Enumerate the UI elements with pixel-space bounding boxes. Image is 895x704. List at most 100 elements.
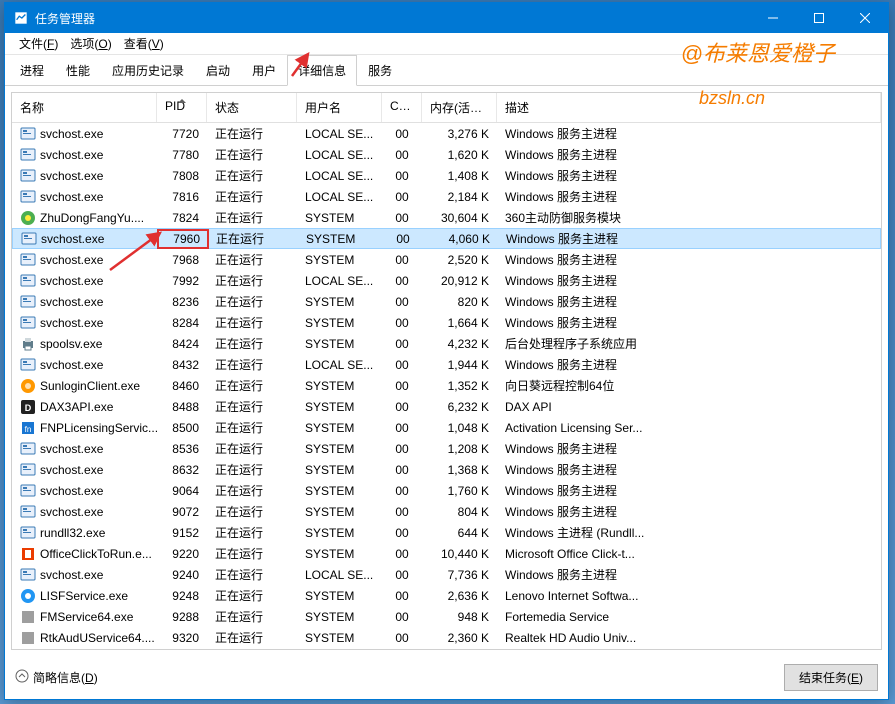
process-row[interactable]: svchost.exe8432正在运行LOCAL SE...001,944 KW… xyxy=(12,354,881,375)
process-row[interactable]: svchost.exe7720正在运行LOCAL SE...003,276 KW… xyxy=(12,123,881,144)
process-icon: D xyxy=(20,399,36,415)
cell-pid: 8460 xyxy=(157,377,207,395)
cell-user: LOCAL SE... xyxy=(297,188,382,206)
cell-desc: Windows 服务主进程 xyxy=(497,249,881,270)
cell-cpu: 00 xyxy=(382,545,422,563)
process-icon: fn xyxy=(20,420,36,436)
cell-name: svchost.exe xyxy=(12,502,157,522)
cell-name: svchost.exe xyxy=(12,292,157,312)
process-row[interactable]: RtkAudUService64....9320正在运行SYSTEM002,36… xyxy=(12,627,881,648)
process-icon xyxy=(20,504,36,520)
col-desc[interactable]: 描述 xyxy=(497,93,881,122)
col-cpu[interactable]: CPU xyxy=(382,93,422,122)
tab-4[interactable]: 用户 xyxy=(241,55,287,86)
tab-6[interactable]: 服务 xyxy=(357,55,403,86)
cell-cpu: 00 xyxy=(382,335,422,353)
process-row[interactable]: rundll32.exe9152正在运行SYSTEM00644 KWindows… xyxy=(12,522,881,543)
cell-desc: Windows 服务主进程 xyxy=(497,438,881,459)
process-row[interactable]: fnFNPLicensingServic...8500正在运行SYSTEM001… xyxy=(12,417,881,438)
menu-f[interactable]: 文件(F) xyxy=(13,33,64,54)
cell-mem: 4,232 K xyxy=(422,335,497,353)
process-row[interactable]: DDAX3API.exe8488正在运行SYSTEM006,232 KDAX A… xyxy=(12,396,881,417)
cell-user: SYSTEM xyxy=(297,251,382,269)
col-pid[interactable]: PID xyxy=(157,93,207,122)
cell-user: SYSTEM xyxy=(297,440,382,458)
tab-3[interactable]: 启动 xyxy=(195,55,241,86)
cell-name: SunloginClient.exe xyxy=(12,376,157,396)
process-row[interactable]: OfficeClickToRun.e...9220正在运行SYSTEM0010,… xyxy=(12,543,881,564)
process-row[interactable]: SunloginClient.exe8460正在运行SYSTEM001,352 … xyxy=(12,375,881,396)
cell-mem: 10,440 K xyxy=(422,545,497,563)
process-row[interactable]: svchost.exe8284正在运行SYSTEM001,664 KWindow… xyxy=(12,312,881,333)
process-row[interactable]: svchost.exe7816正在运行LOCAL SE...002,184 KW… xyxy=(12,186,881,207)
tab-1[interactable]: 性能 xyxy=(55,55,101,86)
cell-mem: 20,912 K xyxy=(422,272,497,290)
cell-pid: 7824 xyxy=(157,209,207,227)
col-status[interactable]: 状态 xyxy=(207,93,297,122)
process-icon xyxy=(20,252,36,268)
app-icon xyxy=(13,10,29,26)
minimize-button[interactable] xyxy=(750,3,796,33)
cell-status: 正在运行 xyxy=(207,543,297,564)
cell-user: SYSTEM xyxy=(297,314,382,332)
cell-pid: 8432 xyxy=(157,356,207,374)
tab-0[interactable]: 进程 xyxy=(9,55,55,86)
cell-pid: 9064 xyxy=(157,482,207,500)
cell-cpu: 00 xyxy=(382,188,422,206)
process-row[interactable]: svchost.exe9240正在运行LOCAL SE...007,736 KW… xyxy=(12,564,881,585)
process-row[interactable]: svchost.exe9064正在运行SYSTEM001,760 KWindow… xyxy=(12,480,881,501)
cell-desc: Windows 服务主进程 xyxy=(497,165,881,186)
titlebar[interactable]: 任务管理器 xyxy=(5,3,888,33)
cell-mem: 30,604 K xyxy=(422,209,497,227)
process-row[interactable]: svchost.exe8236正在运行SYSTEM00820 KWindows … xyxy=(12,291,881,312)
tab-2[interactable]: 应用历史记录 xyxy=(101,55,195,86)
cell-mem: 804 K xyxy=(422,503,497,521)
cell-pid: 8236 xyxy=(157,293,207,311)
cell-name: rundll32.exe xyxy=(12,523,157,543)
col-name[interactable]: 名称 xyxy=(12,93,157,122)
cell-user: SYSTEM xyxy=(298,230,383,248)
menu-o[interactable]: 选项(O) xyxy=(64,33,117,54)
fewer-details-button[interactable]: 简略信息(D) xyxy=(15,669,98,686)
cell-pid: 7780 xyxy=(157,146,207,164)
cell-user: SYSTEM xyxy=(297,524,382,542)
cell-pid: 8536 xyxy=(157,440,207,458)
cell-cpu: 00 xyxy=(383,230,423,248)
menu-v[interactable]: 查看(V) xyxy=(118,33,170,54)
process-row[interactable]: svchost.exe8632正在运行SYSTEM001,368 KWindow… xyxy=(12,459,881,480)
cell-cpu: 00 xyxy=(382,125,422,143)
process-row[interactable]: svchost.exe7808正在运行LOCAL SE...001,408 KW… xyxy=(12,165,881,186)
cell-cpu: 00 xyxy=(382,209,422,227)
col-user[interactable]: 用户名 xyxy=(297,93,382,122)
process-row[interactable]: svchost.exe7992正在运行LOCAL SE...0020,912 K… xyxy=(12,270,881,291)
process-icon xyxy=(20,357,36,373)
cell-desc: 向日葵远程控制64位 xyxy=(497,375,881,396)
end-task-button[interactable]: 结束任务(E) xyxy=(784,664,878,691)
maximize-button[interactable] xyxy=(796,3,842,33)
table-header: 名称 PID 状态 用户名 CPU 内存(活动... 描述 xyxy=(12,93,881,123)
process-row[interactable]: FMService64.exe9288正在运行SYSTEM00948 KFort… xyxy=(12,606,881,627)
process-icon xyxy=(20,525,36,541)
close-button[interactable] xyxy=(842,3,888,33)
cell-cpu: 00 xyxy=(382,146,422,164)
cell-status: 正在运行 xyxy=(207,375,297,396)
col-mem[interactable]: 内存(活动... xyxy=(422,93,497,122)
process-row[interactable]: spoolsv.exe8424正在运行SYSTEM004,232 K后台处理程序… xyxy=(12,333,881,354)
cell-user: SYSTEM xyxy=(297,587,382,605)
process-row[interactable]: svchost.exe7960正在运行SYSTEM004,060 KWindow… xyxy=(12,228,881,249)
cell-cpu: 00 xyxy=(382,356,422,374)
process-row[interactable]: svchost.exe7780正在运行LOCAL SE...001,620 KW… xyxy=(12,144,881,165)
process-row[interactable]: 正在运行SYSTEM007,052 KNVIDIA C... xyxy=(12,648,881,649)
process-row[interactable]: svchost.exe8536正在运行SYSTEM001,208 KWindow… xyxy=(12,438,881,459)
process-row[interactable]: svchost.exe7968正在运行SYSTEM002,520 KWindow… xyxy=(12,249,881,270)
cell-pid: 8284 xyxy=(157,314,207,332)
content-area: 名称 PID 状态 用户名 CPU 内存(活动... 描述 svchost.ex… xyxy=(5,86,888,656)
cell-name: svchost.exe xyxy=(12,439,157,459)
process-row[interactable]: LISFService.exe9248正在运行SYSTEM002,636 KLe… xyxy=(12,585,881,606)
cell-user: SYSTEM xyxy=(297,398,382,416)
process-row[interactable]: ZhuDongFangYu....7824正在运行SYSTEM0030,604 … xyxy=(12,207,881,228)
process-row[interactable]: svchost.exe9072正在运行SYSTEM00804 KWindows … xyxy=(12,501,881,522)
table-body[interactable]: svchost.exe7720正在运行LOCAL SE...003,276 KW… xyxy=(12,123,881,649)
process-icon xyxy=(20,588,36,604)
tab-5[interactable]: 详细信息 xyxy=(287,55,357,86)
